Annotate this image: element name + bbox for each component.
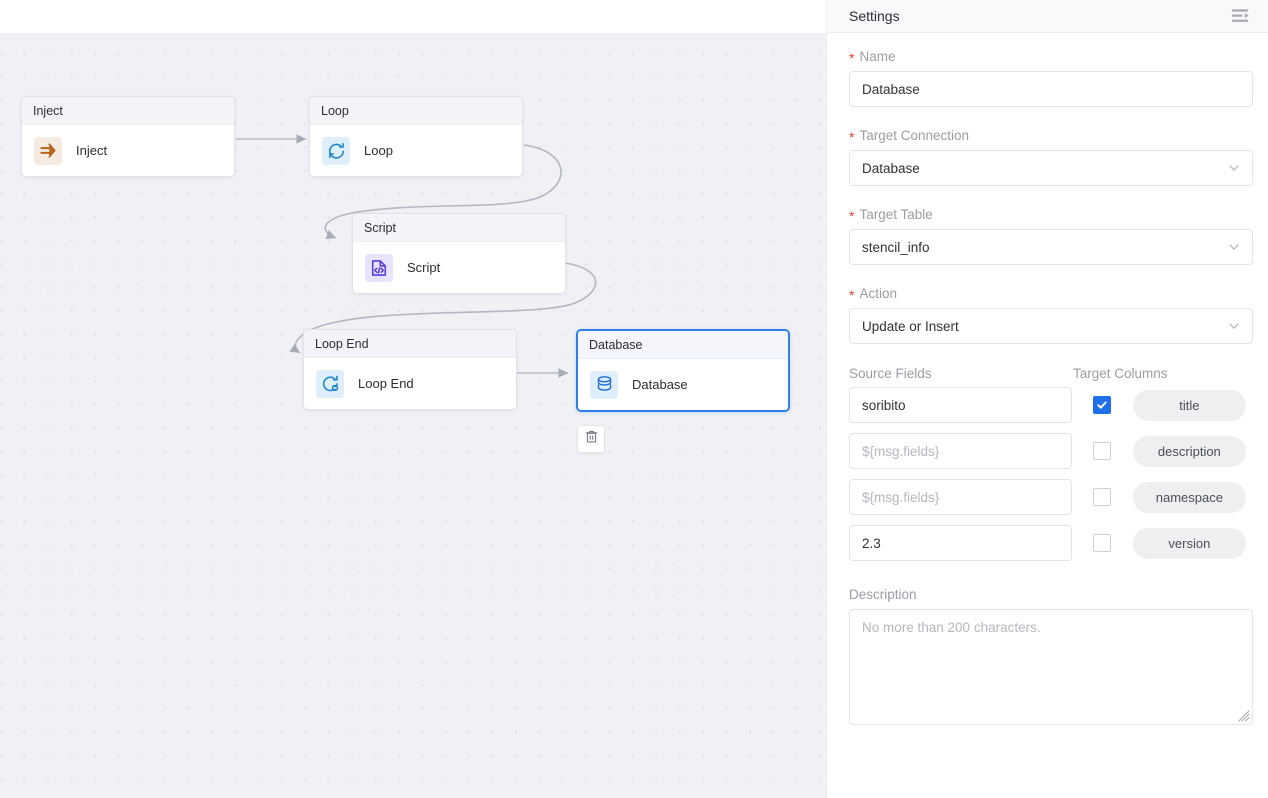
chevron-down-icon — [1228, 320, 1240, 332]
source-field-value-version: 2.3 — [862, 536, 881, 551]
target-column-checkbox-version[interactable] — [1093, 534, 1111, 552]
node-header-loop-end: Loop End — [304, 330, 516, 358]
chevron-down-icon — [1228, 162, 1240, 174]
chevron-down-icon — [1228, 241, 1240, 253]
label-name-text: Name — [859, 49, 895, 64]
settings-title: Settings — [849, 8, 900, 24]
source-field-value-title: soribito — [862, 398, 906, 413]
target-column-checkbox-namespace[interactable] — [1093, 488, 1111, 506]
label-description: Description — [849, 587, 1246, 602]
flow-node-script[interactable]: Script Script — [352, 213, 566, 294]
settings-form: * Name Database * Target Connection Data… — [827, 33, 1268, 725]
node-label-loop: Loop — [364, 143, 393, 158]
label-action-text: Action — [859, 286, 897, 301]
target-connection-select[interactable]: Database — [849, 150, 1253, 186]
resize-grip-icon[interactable] — [1238, 710, 1250, 722]
node-body-loop: Loop — [310, 125, 522, 176]
mapping-row: 2.3 version — [849, 525, 1246, 561]
loop-refresh-icon — [322, 137, 350, 165]
description-textarea[interactable]: No more than 200 characters. — [849, 609, 1253, 725]
flow-node-inject[interactable]: Inject Inject — [21, 96, 235, 177]
flow-node-database[interactable]: Database Database — [576, 329, 790, 412]
node-body-loop-end: Loop End — [304, 358, 516, 409]
target-table-select[interactable]: stencil_info — [849, 229, 1253, 265]
target-column-checkbox-title[interactable] — [1093, 396, 1111, 414]
source-field-placeholder-description: ${msg.fields} — [862, 444, 939, 459]
source-field-input-description[interactable]: ${msg.fields} — [849, 433, 1072, 469]
name-input-value: Database — [862, 82, 920, 97]
required-asterisk-target-table: * — [849, 209, 854, 223]
node-header-script: Script — [353, 214, 565, 242]
target-connection-value: Database — [862, 161, 920, 176]
source-fields-header: Source Fields — [849, 366, 1073, 381]
settings-panel-header: Settings — [827, 0, 1268, 33]
source-field-input-version[interactable]: 2.3 — [849, 525, 1072, 561]
node-label-script: Script — [407, 260, 440, 275]
label-action: * Action — [849, 286, 1246, 301]
mapping-row: soribito title — [849, 387, 1246, 423]
flow-node-loop-end[interactable]: Loop End Loop End — [303, 329, 517, 410]
flow-node-loop[interactable]: Loop Loop — [309, 96, 523, 177]
label-target-connection: * Target Connection — [849, 128, 1246, 143]
inject-arrow-icon — [34, 137, 62, 165]
label-target-table: * Target Table — [849, 207, 1246, 222]
node-header-loop: Loop — [310, 97, 522, 125]
app-root: Inject Inject Loop — [0, 0, 1268, 798]
action-select[interactable]: Update or Insert — [849, 308, 1253, 344]
label-target-connection-text: Target Connection — [859, 128, 969, 143]
required-asterisk-target-connection: * — [849, 130, 854, 144]
node-body-inject: Inject — [22, 125, 234, 176]
mapping-row: ${msg.fields} namespace — [849, 479, 1246, 515]
target-columns-header: Target Columns — [1073, 366, 1168, 381]
action-value: Update or Insert — [862, 319, 959, 334]
target-column-pill-namespace[interactable]: namespace — [1133, 482, 1246, 513]
source-field-input-title[interactable]: soribito — [849, 387, 1072, 423]
node-body-database: Database — [578, 359, 788, 410]
node-header-database: Database — [578, 331, 788, 359]
node-label-loop-end: Loop End — [358, 376, 414, 391]
description-placeholder: No more than 200 characters. — [862, 620, 1041, 635]
trash-icon — [584, 429, 599, 449]
required-asterisk-action: * — [849, 288, 854, 302]
label-description-text: Description — [849, 587, 917, 602]
node-label-inject: Inject — [76, 143, 107, 158]
delete-node-button[interactable] — [577, 425, 605, 453]
node-body-script: Script — [353, 242, 565, 293]
source-field-input-namespace[interactable]: ${msg.fields} — [849, 479, 1072, 515]
source-field-placeholder-namespace: ${msg.fields} — [862, 490, 939, 505]
mapping-headers: Source Fields Target Columns — [849, 366, 1246, 381]
node-header-inject: Inject — [22, 97, 234, 125]
node-label-database: Database — [632, 377, 688, 392]
target-table-value: stencil_info — [862, 240, 930, 255]
panel-collapse-icon[interactable] — [1231, 8, 1250, 24]
required-asterisk-name: * — [849, 51, 854, 65]
flow-canvas[interactable]: Inject Inject Loop — [0, 0, 826, 798]
loop-end-icon — [316, 370, 344, 398]
target-column-pill-description[interactable]: description — [1133, 436, 1246, 467]
database-icon — [590, 371, 618, 399]
name-input[interactable]: Database — [849, 71, 1253, 107]
target-column-pill-title[interactable]: title — [1133, 390, 1246, 421]
target-column-checkbox-description[interactable] — [1093, 442, 1111, 460]
script-code-icon — [365, 254, 393, 282]
label-target-table-text: Target Table — [859, 207, 932, 222]
settings-panel: Settings * Name Database * — [826, 0, 1268, 798]
label-name: * Name — [849, 49, 1246, 64]
mapping-row: ${msg.fields} description — [849, 433, 1246, 469]
target-column-pill-version[interactable]: version — [1133, 528, 1246, 559]
